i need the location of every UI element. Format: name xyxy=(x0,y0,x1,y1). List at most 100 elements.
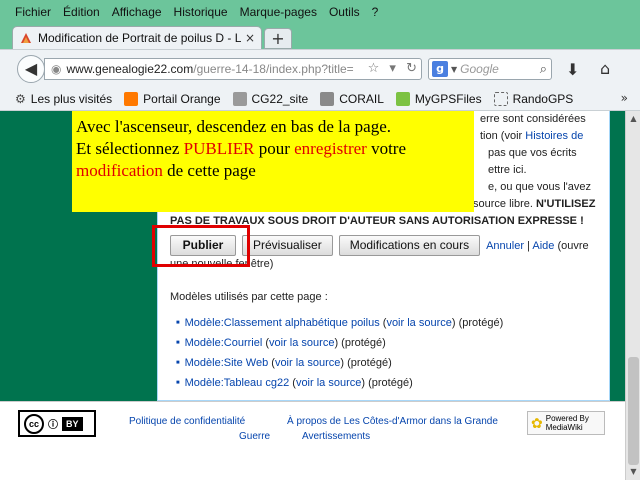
bookmark-label: CORAIL xyxy=(339,91,384,106)
tab-title: Modification de Portrait de poilus D - L… xyxy=(38,31,241,45)
protected-status: (protégé) xyxy=(347,357,392,370)
list-item: Modèle:Classement alphabétique poilus (v… xyxy=(176,313,504,333)
person-icon: ⓘ xyxy=(48,420,58,431)
view-source-link[interactable]: voir la source xyxy=(386,317,451,329)
bookmark-label: Portail Orange xyxy=(143,91,221,106)
callout-text: Et sélectionnez xyxy=(76,139,184,158)
menu-edition[interactable]: Édition xyxy=(63,5,100,19)
bookmark-label: MyGPSFiles xyxy=(414,91,482,106)
preview-button[interactable]: Prévisualiser xyxy=(242,235,333,256)
warning-text: N'UTILISEZ xyxy=(535,198,596,210)
view-source-link[interactable]: voir la source xyxy=(269,337,334,349)
bookmark-label: RandoGPS xyxy=(512,91,574,106)
google-icon[interactable]: g xyxy=(432,61,448,77)
menu-fichier[interactable]: Fichier xyxy=(15,5,51,19)
vertical-scrollbar[interactable]: ▲ ▼ xyxy=(625,111,640,480)
cc-icon: cc xyxy=(24,413,44,434)
about-link-line2[interactable]: Guerre xyxy=(239,429,270,444)
callout-text: votre xyxy=(366,139,407,158)
bookmark-mygpsfiles[interactable]: MyGPSFiles xyxy=(395,91,482,106)
cancel-link[interactable]: Annuler xyxy=(486,240,524,252)
template-link[interactable]: Modèle:Classement alphabétique poilus xyxy=(185,317,380,329)
callout-text: pour xyxy=(254,139,295,158)
home-icon[interactable]: ⌂ xyxy=(600,59,610,78)
list-item: Modèle:Courriel (voir la source) (protég… xyxy=(176,333,503,353)
tab-active[interactable]: Modification de Portrait de poilus D - L… xyxy=(12,26,262,49)
histoires-link[interactable]: Histoires de xyxy=(525,130,583,142)
scroll-down-icon[interactable]: ▼ xyxy=(626,464,640,480)
templates-list: Modèle:Classement alphabétique poilus (v… xyxy=(176,313,504,393)
mygps-icon xyxy=(395,91,410,106)
menu-help[interactable]: ? xyxy=(372,5,379,19)
navigation-bar: ◀ ◉ www.genealogie22.com /guerre-14-18/i… xyxy=(0,49,640,87)
callout-highlight: PUBLIER xyxy=(183,139,255,158)
url-path: /guerre-14-18/index.php?title= xyxy=(193,62,354,76)
template-link[interactable]: Modèle:Site Web xyxy=(185,357,269,369)
bookmark-portail-orange[interactable]: Portail Orange xyxy=(124,91,221,106)
view-source-link[interactable]: voir la source xyxy=(296,377,361,389)
publish-highlight-box xyxy=(152,225,250,267)
notice-line: source libre. xyxy=(473,198,536,210)
templates-title: Modèles utilisés par cette page : xyxy=(170,291,328,303)
cc-by-label: BY xyxy=(62,416,83,431)
changes-button[interactable]: Modifications en cours xyxy=(338,235,481,256)
search-bar[interactable]: g ▼ Google ⌕ xyxy=(428,58,552,80)
mediawiki-badge[interactable]: ✿ Powered By MediaWiki xyxy=(527,411,605,435)
page-favicon-icon xyxy=(21,33,31,43)
orange-icon xyxy=(124,91,139,106)
protected-status: (protégé) xyxy=(368,377,413,390)
menu-affichage[interactable]: Affichage xyxy=(112,5,162,19)
back-button[interactable]: ◀ xyxy=(17,55,45,83)
url-host: www.genealogie22.com xyxy=(66,62,194,76)
back-arrow-icon: ◀ xyxy=(24,59,38,78)
about-link[interactable]: À propos de Les Côtes-d'Armor dans la Gr… xyxy=(287,414,498,429)
bookmarks-bar: ⚙ Les plus visités Portail Orange CG22_s… xyxy=(0,87,640,111)
bookmark-label: CG22_site xyxy=(251,91,309,106)
list-item: Modèle:Tableau cg22 (voir la source) (pr… xyxy=(176,373,503,393)
protected-status: (protégé) xyxy=(458,317,504,329)
privacy-link[interactable]: Politique de confidentialité xyxy=(129,414,245,429)
bookmark-cg22[interactable]: CG22_site xyxy=(232,91,309,106)
bookmark-most-visited[interactable]: ⚙ Les plus visités xyxy=(15,92,112,106)
callout-line: Avec l'ascenseur, descendez en bas de la… xyxy=(76,117,391,136)
instruction-callout: Avec l'ascenseur, descendez en bas de la… xyxy=(72,111,474,212)
notice-line: tion (voir xyxy=(480,130,526,142)
menu-bar: Fichier Édition Affichage Historique Mar… xyxy=(0,0,640,24)
page-content: erre sont considérées tion (voir Histoir… xyxy=(0,111,625,480)
tab-close-icon[interactable]: × xyxy=(245,31,255,45)
help-note: (ouvre xyxy=(554,239,589,252)
tab-strip: Modification de Portrait de poilus D - L… xyxy=(0,24,640,49)
bookmark-star-icon[interactable]: ☆ xyxy=(368,61,380,76)
dropdown-arrow-icon[interactable]: ▾ xyxy=(389,61,396,76)
magnifier-icon[interactable]: ⌕ xyxy=(540,62,547,77)
mediawiki-flower-icon: ✿ xyxy=(531,414,543,431)
bookmark-randogps[interactable]: RandoGPS xyxy=(493,91,574,106)
template-link[interactable]: Modèle:Courriel xyxy=(185,337,263,349)
gear-bookmark-icon: ⚙ xyxy=(15,91,26,106)
url-bar[interactable]: ◉ www.genealogie22.com /guerre-14-18/ind… xyxy=(44,58,422,80)
search-input[interactable]: Google xyxy=(460,62,540,76)
globe-icon: ◉ xyxy=(51,62,62,76)
disclaimers-link[interactable]: Avertissements xyxy=(302,429,370,444)
search-engine-dropdown-icon[interactable]: ▼ xyxy=(451,65,457,74)
menu-outils[interactable]: Outils xyxy=(329,5,360,19)
scroll-up-icon[interactable]: ▲ xyxy=(626,111,640,127)
cc-license-badge[interactable]: cc ⓘ BY xyxy=(18,410,96,437)
download-icon[interactable]: ⬇ xyxy=(566,60,579,79)
callout-text: de cette page xyxy=(162,161,256,180)
more-bookmarks-icon[interactable]: » xyxy=(621,91,628,105)
menu-marque-pages[interactable]: Marque-pages xyxy=(240,5,317,19)
help-link[interactable]: Aide xyxy=(532,240,554,252)
corail-icon xyxy=(320,91,335,106)
new-tab-button[interactable]: + xyxy=(264,28,292,49)
template-link[interactable]: Modèle:Tableau cg22 xyxy=(185,377,290,389)
cg22-icon xyxy=(232,91,247,106)
view-source-link[interactable]: voir la source xyxy=(275,357,340,369)
scroll-thumb[interactable] xyxy=(628,357,639,465)
mediawiki-label: Powered By MediaWiki xyxy=(545,414,589,432)
reload-icon[interactable]: ↻ xyxy=(406,61,417,76)
folder-icon xyxy=(493,91,508,106)
bookmark-corail[interactable]: CORAIL xyxy=(320,91,384,106)
menu-historique[interactable]: Historique xyxy=(174,5,228,19)
bookmark-label: Les plus visités xyxy=(30,91,113,106)
